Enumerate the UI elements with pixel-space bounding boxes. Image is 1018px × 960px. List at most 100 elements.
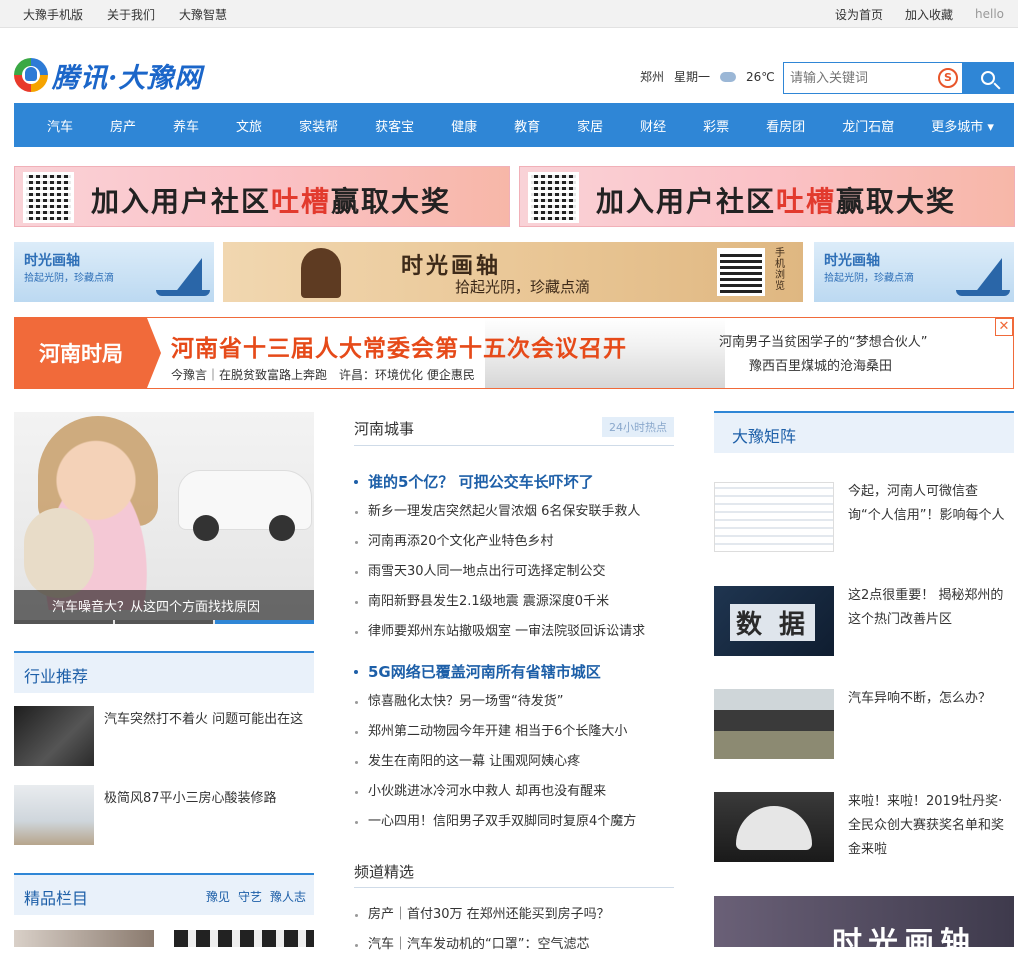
nav-item-home-decor[interactable]: 家装帮 (288, 116, 349, 135)
dayu-smart-link[interactable]: 大豫智慧 (179, 6, 227, 23)
banner-text: 赢取大奖 (836, 185, 957, 218)
top-bar: 大豫手机版 关于我们 大豫智慧 设为首页 加入收藏 hello (0, 0, 1018, 28)
news-link[interactable]: 新乡一理发店突然起火冒浓烟 6名保安联手救人 (354, 497, 674, 527)
industry-section-header: 行业推荐 (14, 651, 314, 693)
timeline-banner-right[interactable]: 时光画轴 拾起光阴，珍藏点滴 (814, 242, 1014, 302)
news-link[interactable]: 小伙跳进冰冷河水中救人 却再也没有醒来 (354, 777, 674, 807)
search-button[interactable] (962, 63, 1013, 93)
news-link[interactable]: 郑州第二动物园今年开建 相当于6个长隆大小 (354, 717, 674, 747)
qr-code-icon (717, 248, 765, 296)
news-link[interactable]: 房产｜首付30万 在郑州还能买到房子吗？ (354, 900, 674, 930)
column-thumbnail[interactable] (174, 930, 314, 947)
phone-screenshot-thumbnail (714, 482, 834, 552)
teddy-bear-image (24, 508, 94, 598)
henan-label: 河南时局 (15, 318, 147, 388)
sogou-logo: S (934, 63, 962, 93)
banner-highlight: 槽 (301, 185, 332, 218)
henan-sub-link[interactable]: 今豫言｜在脱贫致富路上奔跑 (171, 366, 327, 383)
qq-logo-icon (14, 58, 48, 92)
nav-item-lottery[interactable]: 彩票 (692, 116, 740, 135)
column-tag[interactable]: 豫见 (206, 888, 230, 905)
banner-text: 加入用户社区 (596, 185, 777, 218)
gear-shift-thumbnail (14, 706, 94, 766)
section-title: 行业推荐 (24, 667, 89, 686)
column-tag[interactable]: 豫人志 (270, 888, 306, 905)
henan-headline[interactable]: 河南省十三届人大常委会第十五次会议召开 (171, 329, 627, 363)
banner-text: 加入用户社区 (91, 185, 272, 218)
list-item[interactable]: 今起，河南人可微信查询“个人信用”！影响每个人 (714, 482, 1014, 554)
list-item[interactable]: 汽车突然打不着火 问题可能出在这 (14, 706, 314, 766)
sailboat-icon (974, 258, 1002, 294)
mobile-version-link[interactable]: 大豫手机版 (23, 6, 83, 23)
weather-weekday: 星期一 (674, 70, 711, 84)
hot-24h-tab[interactable]: 24小时热点 (602, 417, 674, 437)
news-link[interactable]: 汽车｜汽车发动机的“口罩”：空气滤芯 (354, 930, 674, 960)
search-input[interactable] (784, 63, 934, 93)
close-icon[interactable]: ✕ (995, 318, 1013, 336)
banner-highlight: 吐 (271, 185, 302, 218)
sailboat-icon (174, 258, 202, 294)
community-banner-left[interactable]: 加入用户社区吐槽赢取大奖 (14, 166, 510, 227)
list-item[interactable]: 数 据 这2点很重要！ 揭秘郑州的这个热门改善片区 (714, 586, 1014, 658)
timeline-banner-center[interactable]: 时光画轴 拾起光阴，珍藏点滴 手机浏览 (223, 242, 803, 302)
headline-link[interactable]: 谁的5个亿？ 可把公交车长吓坏了 (354, 467, 674, 497)
sogou-icon: S (938, 68, 958, 88)
community-banner-right[interactable]: 加入用户社区吐槽赢取大奖 (519, 166, 1015, 227)
timeline-promo-banner[interactable]: 时光画轴 (714, 896, 1014, 947)
column-tag[interactable]: 守艺 (238, 888, 262, 905)
add-favorite-link[interactable]: 加入收藏 (905, 6, 953, 23)
henan-right-link[interactable]: 河南男子当贫困学子的“梦想合伙人” (719, 331, 927, 355)
nav-item-car-care[interactable]: 养车 (162, 116, 210, 135)
car-image (178, 470, 312, 541)
nav-item-longmen[interactable]: 龙门石窟 (831, 116, 905, 135)
news-link[interactable]: 南阳新野县发生2.1级地震 震源深度0千米 (354, 587, 674, 617)
weather-widget: 郑州 星期一 26℃ (640, 68, 775, 85)
slideshow-indicators (14, 620, 314, 624)
hero-caption: 汽车噪音大？从这四个方面找找原因 (14, 590, 314, 620)
nav-item-education[interactable]: 教育 (503, 116, 551, 135)
banner-subtitle: 拾起光阴，珍藏点滴 (824, 273, 914, 284)
about-us-link[interactable]: 关于我们 (107, 6, 155, 23)
channel-picks-header: 频道精选 (354, 858, 674, 888)
nav-item-auto[interactable]: 汽车 (36, 116, 84, 135)
section-title: 河南城事 (354, 420, 415, 438)
list-item[interactable]: 汽车异响不断，怎么办？ (714, 689, 1014, 761)
news-link[interactable]: 律师要郑州东站撤吸烟室 一审法院驳回诉讼请求 (354, 617, 674, 647)
list-item[interactable]: 极简风87平小三房心酸装修路 (14, 785, 314, 845)
news-link[interactable]: 发生在南阳的这一幕 让围观阿姨心疼 (354, 747, 674, 777)
nav-item-house[interactable]: 房产 (99, 116, 147, 135)
weather-city: 郑州 (640, 70, 665, 84)
nav-item-finance[interactable]: 财经 (629, 116, 677, 135)
news-link[interactable]: 一心四用！信阳男子双手双脚同时复原4个魔方 (354, 807, 674, 837)
list-item[interactable]: 来啦！来啦！2019牡丹奖·全民众创大赛获奖名单和奖金来啦 (714, 792, 1014, 864)
columns-section-header: 精品栏目 豫见 守艺 豫人志 (14, 873, 314, 915)
banner-subtitle: 拾起光阴，珍藏点滴 (455, 278, 591, 296)
nav-item-health[interactable]: 健康 (440, 116, 488, 135)
banner-title: 时光画轴 (824, 253, 880, 269)
news-link[interactable]: 惊喜融化太快？另一场雪“待发货” (354, 687, 674, 717)
set-homepage-link[interactable]: 设为首页 (835, 6, 883, 23)
henan-news-strip: 河南时局 河南省十三届人大常委会第十五次会议召开 今豫言｜在脱贫致富路上奔跑 许… (14, 317, 1014, 389)
timeline-banner-left[interactable]: 时光画轴 拾起光阴，珍藏点滴 (14, 242, 214, 302)
qr-code-icon (23, 172, 74, 223)
section-title: 精品栏目 (24, 889, 89, 908)
nav-item-furniture[interactable]: 家居 (566, 116, 614, 135)
hero-slideshow[interactable]: 汽车噪音大？从这四个方面找找原因 (14, 412, 314, 624)
henan-sub-link[interactable]: 许昌：环境优化 便企惠民 (339, 366, 475, 383)
car-chassis-thumbnail (714, 689, 834, 759)
site-logo[interactable]: 腾讯·大豫网 (14, 56, 202, 94)
henan-right-link[interactable]: 豫西百里煤城的沧海桑田 (719, 355, 927, 379)
news-link[interactable]: 河南再添20个文化产业特色乡村 (354, 527, 674, 557)
nav-item-huokebao[interactable]: 获客宝 (364, 116, 425, 135)
city-news-list-1: 谁的5个亿？ 可把公交车长吓坏了 新乡一理发店突然起火冒浓烟 6名保安联手救人 … (354, 467, 674, 647)
section-title: 大豫矩阵 (732, 427, 797, 446)
nav-item-more-cities[interactable]: 更多城市 ▾ (920, 116, 1005, 135)
nav-item-house-tour[interactable]: 看房团 (755, 116, 816, 135)
headline-link[interactable]: 5G网络已覆盖河南所有省辖市城区 (354, 657, 674, 687)
logo-text: 腾讯·大豫网 (52, 62, 203, 94)
user-greeting[interactable]: hello (975, 7, 1004, 21)
cap-thumbnail (714, 792, 834, 862)
news-link[interactable]: 雨雪天30人同一地点出行可选择定制公交 (354, 557, 674, 587)
nav-item-culture-travel[interactable]: 文旅 (225, 116, 273, 135)
column-thumbnail[interactable] (14, 930, 154, 947)
